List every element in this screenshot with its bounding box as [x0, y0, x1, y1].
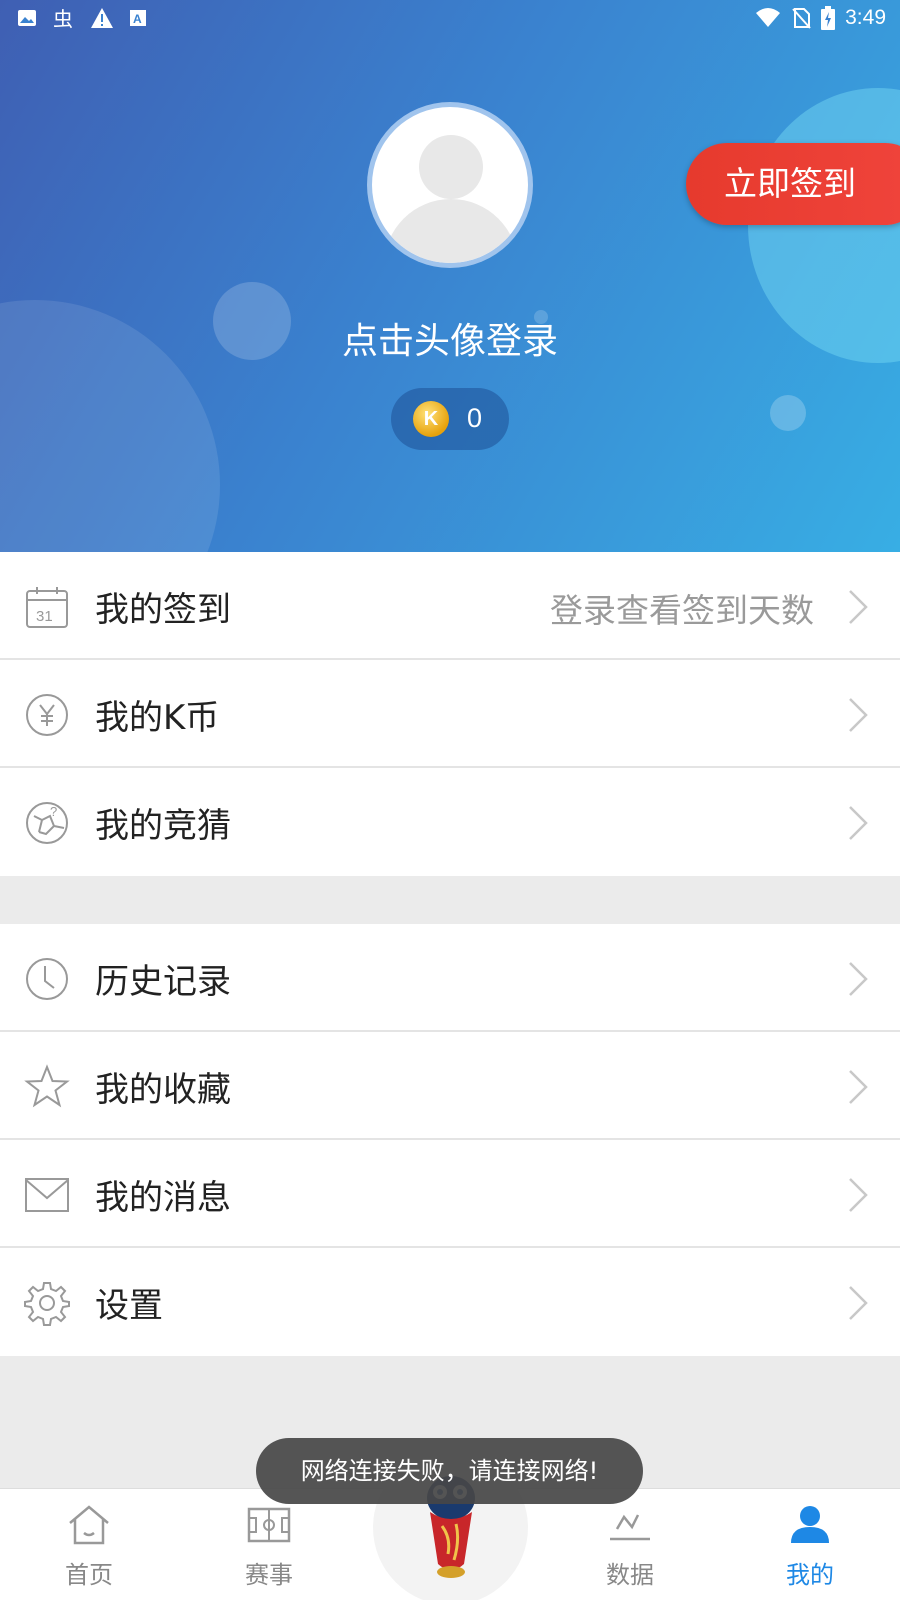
- svg-text:?: ?: [50, 804, 57, 819]
- tab-mine[interactable]: 我的: [750, 1489, 870, 1600]
- chevron-right-icon: [849, 1178, 868, 1212]
- wifi-icon: [756, 8, 781, 27]
- login-prompt[interactable]: 点击头像登录: [0, 312, 900, 364]
- chevron-right-icon: [849, 1070, 868, 1104]
- tab-label: 我的: [786, 1561, 834, 1589]
- bug-icon: 虫: [53, 7, 73, 30]
- image-icon: [18, 10, 36, 26]
- tab-label: 首页: [65, 1561, 113, 1589]
- menu-item-settings[interactable]: 设置: [0, 1248, 900, 1356]
- home-icon: [69, 1505, 109, 1545]
- coin-balance: K 0: [391, 388, 509, 450]
- chevron-right-icon: [849, 1286, 868, 1320]
- menu-item-label: 我的消息: [95, 1178, 231, 1218]
- calendar-day-text: 31: [36, 608, 53, 625]
- tab-label: 赛事: [245, 1561, 293, 1589]
- tab-label: 数据: [606, 1561, 654, 1589]
- user-icon: [791, 1506, 829, 1543]
- menu-group-account: 31 我的签到 登录查看签到天数 我的K币 ? 我的竞猜: [0, 552, 900, 876]
- avatar-body: [384, 199, 518, 263]
- menu-item-label: 历史记录: [95, 962, 231, 1002]
- status-time: 3:49: [845, 6, 886, 29]
- chevron-right-icon: [849, 698, 868, 732]
- text-icon: A: [130, 10, 146, 26]
- signin-button[interactable]: 立即签到: [686, 143, 900, 225]
- menu-item-signin[interactable]: 31 我的签到 登录查看签到天数: [0, 552, 900, 660]
- k-coin-icon: K: [413, 401, 449, 437]
- star-icon: [24, 1064, 70, 1108]
- menu-item-label: 我的收藏: [95, 1070, 231, 1110]
- menu-item-label: 我的K币: [95, 698, 220, 738]
- tab-matches[interactable]: 赛事: [209, 1489, 329, 1600]
- menu-item-messages[interactable]: 我的消息: [0, 1140, 900, 1248]
- profile-header: 虫 A 3:49 立即签到 点击头像登录 K 0: [0, 0, 900, 552]
- yen-coin-icon: [26, 694, 68, 736]
- pitch-icon: [247, 1507, 291, 1543]
- menu-group-general: 历史记录 我的收藏 我的消息 设置: [0, 924, 900, 1356]
- calendar-icon: 31: [26, 587, 68, 628]
- avatar-head: [419, 135, 483, 199]
- menu-item-kcoin[interactable]: 我的K币: [0, 660, 900, 768]
- avatar[interactable]: [367, 102, 533, 268]
- chevron-right-icon: [849, 806, 868, 840]
- menu-item-label: 我的签到: [95, 590, 231, 630]
- menu-item-guess[interactable]: ? 我的竞猜: [0, 768, 900, 876]
- svg-text:虫: 虫: [53, 7, 73, 30]
- coin-count: 0: [467, 403, 483, 433]
- clock-icon: [26, 958, 68, 1000]
- gear-icon: [24, 1282, 70, 1326]
- svg-text:A: A: [133, 12, 142, 26]
- menu-item-label: 设置: [95, 1286, 163, 1326]
- chevron-right-icon: [849, 590, 868, 624]
- battery-charging-icon: [821, 6, 836, 30]
- mail-icon: [25, 1178, 69, 1212]
- soccer-guess-icon: ?: [26, 802, 68, 844]
- chart-line-icon: [610, 1514, 650, 1541]
- menu-item-history[interactable]: 历史记录: [0, 924, 900, 1032]
- no-sim-icon: [792, 8, 811, 29]
- menu-item-label: 我的竞猜: [95, 806, 231, 846]
- menu-item-value: 登录查看签到天数: [550, 591, 814, 630]
- status-bar: 虫 A 3:49: [0, 0, 900, 36]
- decor-bubble: [770, 395, 806, 431]
- tab-home[interactable]: 首页: [29, 1489, 149, 1600]
- warning-icon: [91, 8, 113, 28]
- network-error-toast: 网络连接失败，请连接网络!: [256, 1438, 643, 1504]
- menu-item-favorites[interactable]: 我的收藏: [0, 1032, 900, 1140]
- chevron-right-icon: [849, 962, 868, 996]
- tab-data[interactable]: 数据: [570, 1489, 690, 1600]
